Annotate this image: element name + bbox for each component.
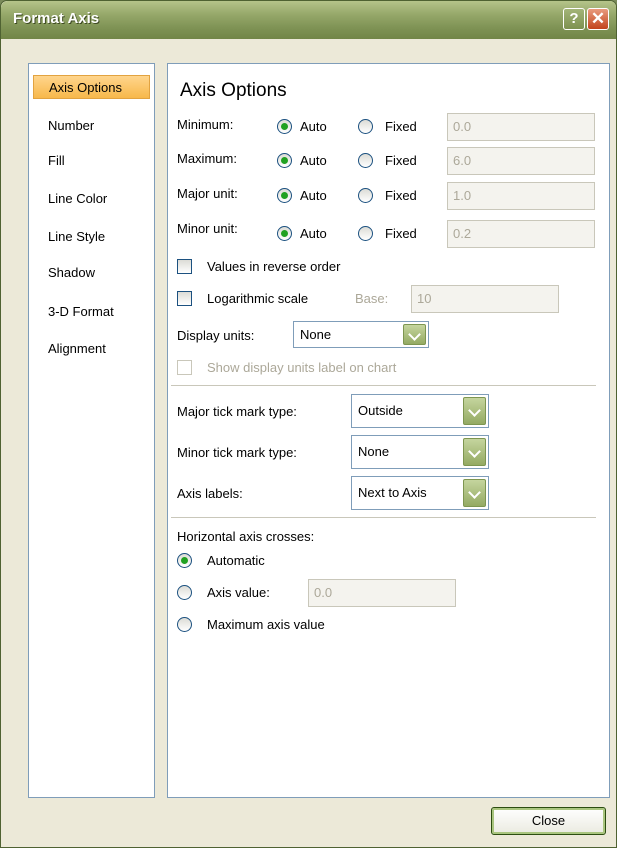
display-units-value: None	[300, 327, 332, 342]
axis-labels-select[interactable]: Next to Axis	[351, 476, 489, 510]
display-units-select[interactable]: None	[293, 321, 429, 348]
maximum-value-field[interactable]: 6.0	[447, 147, 595, 175]
log-scale-checkbox[interactable]	[177, 291, 192, 306]
minor-unit-fixed-label[interactable]: Fixed	[385, 226, 417, 241]
show-units-label-checkbox[interactable]	[177, 360, 192, 375]
format-axis-dialog: Format Axis ? ✕ Axis Options Number Fill…	[0, 0, 617, 848]
chevron-down-icon[interactable]	[463, 479, 486, 507]
show-units-label-text: Show display units label on chart	[207, 360, 397, 375]
major-unit-fixed-label[interactable]: Fixed	[385, 188, 417, 203]
minimum-auto-radio[interactable]	[277, 119, 292, 134]
category-list: Axis Options Number Fill Line Color Line…	[28, 63, 155, 798]
axis-labels-label: Axis labels:	[177, 486, 243, 501]
nav-item-alignment[interactable]: Alignment	[29, 337, 154, 361]
chevron-down-icon[interactable]	[463, 438, 486, 466]
minor-unit-label: Minor unit:	[177, 221, 238, 236]
major-tick-value: Outside	[358, 403, 403, 418]
display-units-label: Display units:	[177, 328, 255, 343]
minor-unit-fixed-radio[interactable]	[358, 226, 373, 241]
major-unit-auto-radio[interactable]	[277, 188, 292, 203]
maximum-fixed-radio[interactable]	[358, 153, 373, 168]
separator	[171, 517, 596, 518]
minor-tick-label: Minor tick mark type:	[177, 445, 297, 460]
nav-item-axis-options[interactable]: Axis Options	[33, 75, 150, 99]
crosses-automatic-label[interactable]: Automatic	[207, 553, 265, 568]
close-button[interactable]: Close	[491, 807, 606, 835]
minor-tick-select[interactable]: None	[351, 435, 489, 469]
minimum-fixed-label[interactable]: Fixed	[385, 119, 417, 134]
nav-item-number[interactable]: Number	[29, 114, 154, 138]
separator	[171, 385, 596, 386]
nav-item-line-style[interactable]: Line Style	[29, 225, 154, 249]
nav-item-fill[interactable]: Fill	[29, 149, 154, 173]
panel-heading: Axis Options	[180, 80, 287, 101]
minimum-label: Minimum:	[177, 117, 234, 132]
crosses-maximum-label[interactable]: Maximum axis value	[207, 617, 325, 632]
maximum-fixed-label[interactable]: Fixed	[385, 153, 417, 168]
axis-labels-value: Next to Axis	[358, 485, 427, 500]
major-unit-label: Major unit:	[177, 186, 238, 201]
minimum-auto-label[interactable]: Auto	[300, 119, 327, 134]
minor-unit-auto-radio[interactable]	[277, 226, 292, 241]
reverse-order-label[interactable]: Values in reverse order	[207, 259, 340, 274]
minor-unit-auto-label[interactable]: Auto	[300, 226, 327, 241]
major-unit-fixed-radio[interactable]	[358, 188, 373, 203]
crosses-maximum-radio[interactable]	[177, 617, 192, 632]
major-unit-auto-label[interactable]: Auto	[300, 188, 327, 203]
maximum-auto-label[interactable]: Auto	[300, 153, 327, 168]
crosses-automatic-radio[interactable]	[177, 553, 192, 568]
crosses-axis-value-label[interactable]: Axis value:	[207, 585, 270, 600]
title-bar[interactable]: Format Axis ? ✕	[1, 1, 616, 39]
major-unit-value-field[interactable]: 1.0	[447, 182, 595, 210]
chevron-down-icon[interactable]	[463, 397, 486, 425]
minimum-value-field[interactable]: 0.0	[447, 113, 595, 141]
crosses-heading: Horizontal axis crosses:	[177, 529, 315, 544]
close-icon[interactable]: ✕	[587, 8, 609, 30]
maximum-label: Maximum:	[177, 151, 237, 166]
major-tick-label: Major tick mark type:	[177, 404, 297, 419]
minor-unit-value-field[interactable]: 0.2	[447, 220, 595, 248]
log-scale-label[interactable]: Logarithmic scale	[207, 291, 308, 306]
reverse-order-checkbox[interactable]	[177, 259, 192, 274]
nav-item-line-color[interactable]: Line Color	[29, 187, 154, 211]
major-tick-select[interactable]: Outside	[351, 394, 489, 428]
chevron-down-icon[interactable]	[403, 324, 426, 345]
maximum-auto-radio[interactable]	[277, 153, 292, 168]
nav-item-3d-format[interactable]: 3-D Format	[29, 300, 154, 324]
dialog-title: Format Axis	[13, 10, 100, 27]
crosses-axis-value-field[interactable]: 0.0	[308, 579, 456, 607]
minimum-fixed-radio[interactable]	[358, 119, 373, 134]
base-label: Base:	[355, 291, 389, 306]
help-button[interactable]: ?	[563, 8, 585, 30]
base-value-field[interactable]: 10	[411, 285, 559, 313]
minor-tick-value: None	[358, 444, 390, 459]
crosses-axis-value-radio[interactable]	[177, 585, 192, 600]
nav-item-shadow[interactable]: Shadow	[29, 261, 154, 285]
